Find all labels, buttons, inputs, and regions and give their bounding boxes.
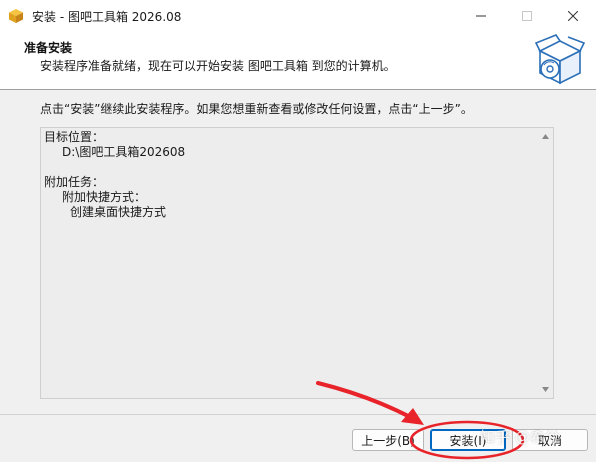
minimize-button[interactable]: [458, 0, 504, 31]
install-button[interactable]: 安装(I): [430, 429, 506, 451]
maximize-icon: [522, 10, 532, 21]
scroll-up-icon[interactable]: [541, 132, 550, 141]
wizard-footer: 上一步(B) 安装(I) 取消: [0, 415, 596, 462]
memo-blank-line: [44, 160, 539, 175]
memo-scrollbar[interactable]: [538, 128, 553, 398]
cancel-button[interactable]: 取消: [512, 429, 588, 451]
install-box-cd-icon: [534, 33, 586, 87]
page-subtitle: 安装程序准备就绪，现在可以开始安装 图吧工具箱 到您的计算机。: [40, 59, 396, 73]
title-bar: 安装 - 图吧工具箱 2026.08: [0, 0, 596, 31]
maximize-button[interactable]: [504, 0, 550, 31]
wizard-header: 准备安装 安装程序准备就绪，现在可以开始安装 图吧工具箱 到您的计算机。: [0, 31, 596, 89]
close-button[interactable]: [550, 0, 596, 31]
wizard-body: 点击“安装”继续此安装程序。如果您想重新查看或修改任何设置，点击“上一步”。 目…: [0, 90, 596, 414]
scroll-down-icon[interactable]: [541, 385, 550, 394]
shortcut-item: 创建桌面快捷方式: [70, 205, 167, 219]
instruction-text: 点击“安装”继续此安装程序。如果您想重新查看或修改任何设置，点击“上一步”。: [40, 102, 473, 116]
minimize-icon: [476, 15, 486, 16]
tasks-label: 附加任务：: [44, 175, 105, 189]
window-title: 安装 - 图吧工具箱 2026.08: [32, 10, 182, 24]
ready-memo[interactable]: 目标位置： D:\图吧工具箱202608 附加任务： 附加快捷方式： 创建桌面快…: [40, 127, 554, 399]
shortcuts-label: 附加快捷方式：: [62, 190, 147, 204]
close-icon: [568, 10, 578, 21]
dest-label: 目标位置：: [44, 130, 105, 144]
dest-value: D:\图吧工具箱202608: [62, 145, 186, 159]
memo-content: 目标位置： D:\图吧工具箱202608 附加任务： 附加快捷方式： 创建桌面快…: [44, 130, 539, 220]
installer-box-icon: [8, 8, 24, 24]
page-title: 准备安装: [24, 41, 73, 55]
back-button[interactable]: 上一步(B): [352, 429, 424, 451]
